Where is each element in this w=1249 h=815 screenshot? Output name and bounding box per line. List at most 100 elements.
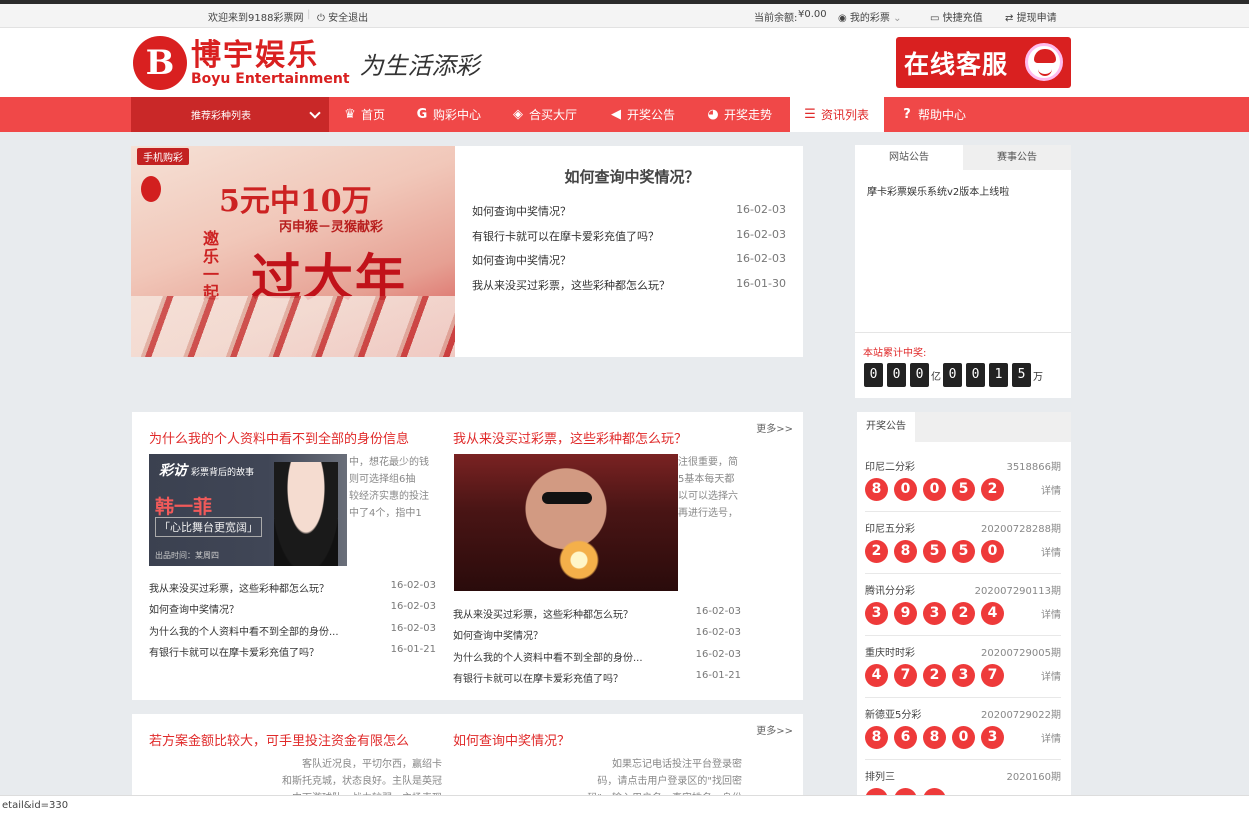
list-item[interactable]: 为什么我的个人资料中看不到全部的身份... 16-02-03 [453, 649, 741, 667]
logo-cn: 博宇娱乐 [191, 38, 319, 73]
news-title: 如何查询中奖情况？ [472, 205, 571, 218]
list-date: 16-02-03 [695, 627, 741, 638]
draw-balls: 28550 [865, 540, 1010, 563]
notice-item[interactable]: 摩卡彩票娱乐系统v2版本上线啦 [867, 183, 1009, 198]
my-lottery-link[interactable]: ◉ 我的彩票 ⌄ [838, 9, 902, 24]
issue-number: 3518866期 [1006, 462, 1061, 473]
nav-home[interactable]: ♛ 首页 [343, 97, 385, 132]
nav-help[interactable]: ? 帮助中心 [900, 97, 966, 132]
thumb-portrait [274, 462, 338, 566]
draw-ball: 8 [923, 726, 946, 749]
nav-buy-center[interactable]: G 购彩中心 [415, 97, 481, 132]
counter-digit: 5 [1012, 363, 1031, 387]
article-title[interactable]: 为什么我的个人资料中看不到全部的身份信息 [149, 428, 409, 447]
draw-ball: 0 [923, 478, 946, 501]
draw-ball: 4 [981, 602, 1004, 625]
news-item[interactable]: 我从来没买过彩票，这些彩种都怎么玩？ 16-01-30 [472, 277, 786, 297]
draw-result-row: 新德亚5分彩 20200729022期 8 6 8 0 3 详情 [865, 698, 1061, 760]
draw-ball: 8 [865, 726, 888, 749]
draw-ball: 4 [865, 664, 888, 687]
counter-digit: 0 [966, 363, 985, 387]
counter-digit: 1 [989, 363, 1008, 387]
more-link[interactable]: 更多>> [756, 722, 793, 737]
detail-link[interactable]: 详情 [1041, 606, 1061, 621]
promo-banner[interactable]: 手机购彩 5元中10万 丙申猴－灵猴献彩 邀乐一起 过大年 [131, 146, 455, 357]
notice-tabs: 网站公告 赛事公告 [855, 145, 1071, 170]
list-item[interactable]: 有银行卡就可以在摩卡爱彩充值了吗？ 16-01-21 [149, 644, 436, 662]
logout-link[interactable]: ⏻ 安全退出 [317, 9, 368, 24]
recharge-link[interactable]: ▭ 快捷充值 [930, 9, 983, 24]
card-icon: ▭ [930, 13, 940, 24]
counter-digit: 0 [910, 363, 929, 387]
thumb-name: 韩一菲 [155, 496, 213, 518]
list-date: 16-02-03 [390, 601, 436, 612]
tab-site-notice[interactable]: 网站公告 [855, 145, 963, 170]
article-title[interactable]: 我从来没买过彩票，这些彩种都怎么玩？ [453, 428, 687, 447]
nav-group-buy[interactable]: ◈ 合买大厅 [511, 97, 577, 132]
help-icon: ? [903, 106, 911, 122]
article-title[interactable]: 若方案金额比较大，可手里投注资金有限怎么 [149, 730, 409, 749]
list-item[interactable]: 如何查询中奖情况？ 16-02-03 [149, 601, 436, 619]
thumb-badge-title: 彩访 [159, 463, 187, 479]
nav-draw-notice[interactable]: ◀ 开奖公告 [609, 97, 675, 132]
piechart-icon: ◕ [707, 106, 719, 122]
recharge-label: 快捷充值 [942, 13, 983, 24]
article-thumbnail[interactable] [454, 454, 678, 591]
draw-result-row: 腾讯分分彩 202007290113期 3 9 3 2 4 详情 [865, 574, 1061, 636]
draw-results-panel: 开奖公告 印尼二分彩 3518866期 8 0 0 5 2 详情 印尼五分彩 2020072828… [857, 412, 1071, 811]
notice-panel: 网站公告 赛事公告 摩卡彩票娱乐系统v2版本上线啦 本站累计中奖: 0 0 0 … [855, 145, 1071, 398]
logo-text: 博宇娱乐 Boyu Entertainment [191, 38, 350, 87]
counter-digit: 0 [943, 363, 962, 387]
nav-label: 首页 [361, 108, 386, 122]
news-item[interactable]: 有银行卡就可以在摩卡爱彩充值了吗？ 16-02-03 [472, 228, 786, 248]
lottery-name: 新德亚5分彩 [865, 710, 922, 721]
list-item[interactable]: 有银行卡就可以在摩卡爱彩充值了吗？ 16-01-21 [453, 670, 741, 688]
featured-news-title[interactable]: 如何查询中奖情况？ [472, 166, 792, 187]
nav-label: 购彩中心 [433, 108, 482, 122]
draw-ball: 5 [923, 540, 946, 563]
article-thumbnail[interactable]: 彩访 彩票背后的故事 韩一菲 「心比舞台更宽阔」 出品时间：某周四 [149, 454, 347, 566]
draw-ball: 3 [952, 664, 975, 687]
list-item[interactable]: 为什么我的个人资料中看不到全部的身份... 16-02-03 [149, 623, 436, 641]
nav-trend[interactable]: ◕ 开奖走势 [706, 97, 772, 132]
list-item[interactable]: 我从来没买过彩票，这些彩种都怎么玩？ 16-02-03 [453, 606, 741, 624]
news-item[interactable]: 如何查询中奖情况？ 16-02-03 [472, 203, 786, 223]
tab-draw-notice[interactable]: 开奖公告 [857, 412, 915, 442]
list-title: 如何查询中奖情况？ [453, 631, 543, 642]
detail-link[interactable]: 详情 [1041, 668, 1061, 683]
draw-ball: 8 [894, 540, 917, 563]
withdraw-link[interactable]: ⇄ 提现申请 [1005, 9, 1057, 24]
nav-label: 合买大厅 [529, 108, 578, 122]
list-date: 16-01-21 [695, 670, 741, 681]
list-title: 为什么我的个人资料中看不到全部的身份... [453, 653, 643, 664]
article-title[interactable]: 如何查询中奖情况？ [453, 730, 570, 749]
detail-link[interactable]: 详情 [1041, 544, 1061, 559]
online-service-button[interactable]: 在线客服 [896, 37, 1071, 88]
thumb-quote: 「心比舞台更宽阔」 [155, 517, 262, 537]
lottery-dropdown[interactable]: 推荐彩种列表 [131, 97, 329, 132]
draw-ball: 3 [923, 602, 946, 625]
chevron-down-icon [309, 107, 321, 119]
list-title: 我从来没买过彩票，这些彩种都怎么玩？ [149, 584, 329, 595]
draw-tabs: 开奖公告 [857, 412, 1071, 442]
draw-ball: 2 [981, 478, 1004, 501]
user-icon: ◉ [838, 13, 847, 24]
list-date: 16-02-03 [390, 623, 436, 634]
detail-link[interactable]: 详情 [1041, 482, 1061, 497]
issue-number: 2020160期 [1006, 772, 1061, 783]
lottery-name: 排列三 [865, 772, 895, 783]
list-item[interactable]: 如何查询中奖情况？ 16-02-03 [453, 627, 741, 645]
news-item[interactable]: 如何查询中奖情况？ 16-02-03 [472, 252, 786, 272]
site-logo[interactable]: B 博宇娱乐 Boyu Entertainment 为生活添彩 [133, 36, 480, 90]
counter-unit: 亿 [931, 371, 941, 383]
tab-match-notice[interactable]: 赛事公告 [963, 145, 1071, 170]
nav-news-list[interactable]: ☰ 资讯列表 [790, 97, 884, 132]
list-item[interactable]: 我从来没买过彩票，这些彩种都怎么玩？ 16-02-03 [149, 580, 436, 598]
list-title: 有银行卡就可以在摩卡爱彩充值了吗？ [453, 674, 623, 685]
draw-ball: 9 [894, 602, 917, 625]
browser-status-bar: etail&id=330 [0, 795, 1249, 815]
top-bar: 欢迎来到9188彩票网 | ⏻ 安全退出 当前余额: ¥0.00 ◉ 我的彩票 … [0, 0, 1249, 28]
detail-link[interactable]: 详情 [1041, 730, 1061, 745]
banner-subtitle: 丙申猴－灵猴献彩 [279, 220, 384, 235]
more-link[interactable]: 更多>> [756, 420, 793, 435]
